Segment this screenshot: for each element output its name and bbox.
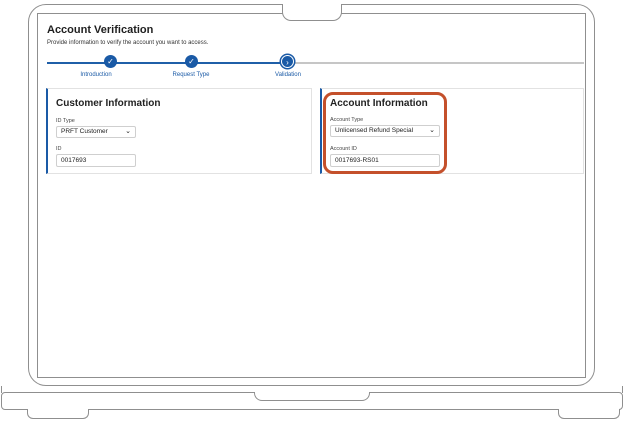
id-type-value: PRFT Customer — [61, 128, 108, 135]
app-screen: Account Verification Provide information… — [37, 13, 586, 378]
progress-track-complete — [47, 61, 292, 64]
customer-panel-title: Customer Information — [56, 98, 161, 109]
id-label: ID — [56, 146, 62, 152]
camera-notch — [282, 4, 342, 21]
customer-information-panel: Customer Information ID Type PRFT Custom… — [46, 88, 312, 174]
laptop-foot-right — [558, 409, 620, 419]
id-field[interactable]: 0017693 — [56, 154, 136, 167]
chevron-right-icon: › — [286, 58, 289, 67]
step-validation-indicator[interactable]: › — [281, 55, 294, 68]
step-introduction-label[interactable]: Introduction — [80, 72, 111, 78]
check-icon: ✓ — [107, 57, 114, 66]
step-request-type-indicator[interactable]: ✓ — [185, 55, 198, 68]
highlight-outline — [323, 92, 447, 174]
page-subtitle: Provide information to verify the accoun… — [47, 40, 209, 46]
trackpad-groove — [254, 392, 370, 401]
id-type-label: ID Type — [56, 118, 75, 124]
id-value: 0017693 — [61, 157, 87, 164]
step-introduction-indicator[interactable]: ✓ — [104, 55, 117, 68]
id-type-select[interactable]: PRFT Customer ⌄ — [56, 126, 136, 138]
page-title: Account Verification — [47, 24, 154, 36]
step-validation-label[interactable]: Validation — [275, 72, 301, 78]
check-icon: ✓ — [188, 57, 195, 66]
laptop-foot-left — [27, 409, 89, 419]
step-request-type-label[interactable]: Request Type — [173, 72, 210, 78]
chevron-down-icon: ⌄ — [125, 128, 131, 135]
